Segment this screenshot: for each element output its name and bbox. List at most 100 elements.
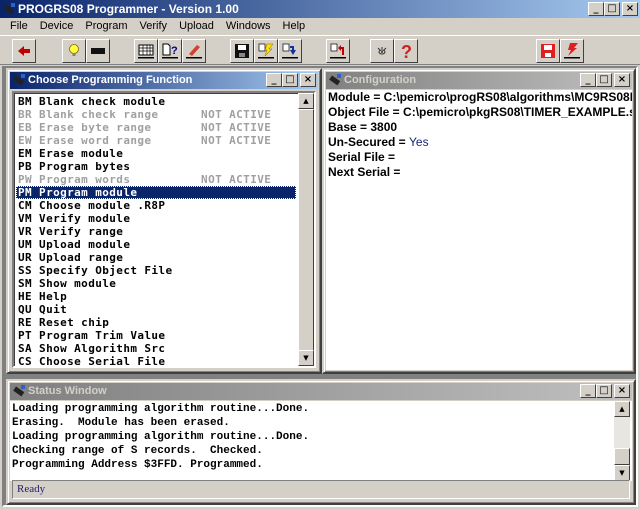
functions-close-button[interactable]: ×	[300, 73, 316, 87]
function-label: Show Algorithm Src	[39, 342, 166, 355]
menu-file[interactable]: File	[4, 18, 34, 35]
upload-button[interactable]	[326, 39, 350, 63]
eraser-icon	[186, 45, 202, 59]
config-maximize-button[interactable]: □	[596, 73, 612, 87]
function-item-cm[interactable]: CM Choose module .R8P	[16, 199, 296, 212]
config-label: Module =	[328, 90, 384, 104]
functions-window-title: Choose Programming Function	[28, 74, 193, 86]
menu-upload[interactable]: Upload	[173, 18, 220, 35]
window-chip-icon	[13, 74, 25, 86]
function-status: NOT ACTIVE	[201, 134, 272, 147]
menu-program[interactable]: Program	[79, 18, 133, 35]
function-item-vm[interactable]: VM Verify module	[16, 212, 296, 225]
close-button[interactable]: ×	[622, 2, 638, 16]
function-item-cs[interactable]: CS Choose Serial File	[16, 355, 296, 368]
functions-maximize-button[interactable]: □	[282, 73, 298, 87]
function-label: Upload range	[39, 251, 124, 264]
status-log-line: Checking range of S records. Checked.	[12, 445, 263, 457]
status-scrollbar[interactable]: ▲ ▼	[614, 401, 630, 481]
function-code: SS	[18, 264, 33, 277]
function-item-pw[interactable]: PW Program words NOT ACTIVE	[16, 173, 296, 186]
eye-button[interactable]	[370, 39, 394, 63]
config-line: Base = 3800	[326, 120, 632, 135]
status-scroll-down-button[interactable]: ▼	[614, 465, 630, 481]
help-icon: ?	[401, 42, 412, 60]
function-item-sm[interactable]: SM Show module	[16, 277, 296, 290]
function-item-qu[interactable]: QU Quit	[16, 303, 296, 316]
app-title-bar[interactable]: PROGRS08 Programmer - Version 1.00 _ □ ×	[0, 0, 640, 18]
function-item-ur[interactable]: UR Upload range	[16, 251, 296, 264]
status-log[interactable]: Loading programming algorithm routine...…	[10, 401, 632, 481]
function-item-pm[interactable]: PM Program module	[16, 186, 296, 199]
function-item-re[interactable]: RE Reset chip	[16, 316, 296, 329]
upload-arrow-icon	[330, 43, 346, 59]
menu-verify[interactable]: Verify	[134, 18, 174, 35]
function-status: NOT ACTIVE	[201, 108, 272, 121]
function-item-eb[interactable]: EB Erase byte range NOT ACTIVE	[16, 121, 296, 134]
lightbulb-icon	[69, 44, 79, 56]
status-maximize-button[interactable]: □	[596, 384, 612, 398]
function-label: Choose Serial File	[39, 355, 166, 368]
function-item-pb[interactable]: PB Program bytes	[16, 160, 296, 173]
function-code: EB	[18, 121, 33, 134]
lightbulb-button[interactable]	[62, 39, 86, 63]
function-code: UM	[18, 238, 33, 251]
status-window: Status Window _ □ × Loading programming …	[6, 379, 636, 505]
function-code: RE	[18, 316, 33, 329]
config-line: Next Serial =	[326, 165, 632, 180]
config-label: Object File =	[328, 105, 404, 119]
chip-button[interactable]	[86, 39, 110, 63]
function-label: Upload module	[39, 238, 131, 251]
status-window-title-bar[interactable]: Status Window _ □ ×	[10, 383, 632, 400]
function-code: SM	[18, 277, 33, 290]
menu-device[interactable]: Device	[34, 18, 80, 35]
functions-scrollbar[interactable]: ▲ ▼	[298, 93, 314, 366]
function-item-ss[interactable]: SS Specify Object File	[16, 264, 296, 277]
function-item-pt[interactable]: PT Program Trim Value	[16, 329, 296, 342]
function-item-br[interactable]: BR Blank check range NOT ACTIVE	[16, 108, 296, 121]
status-close-button[interactable]: ×	[614, 384, 630, 398]
config-close-button[interactable]: ×	[614, 73, 630, 87]
menu-windows[interactable]: Windows	[220, 18, 277, 35]
function-code: QU	[18, 303, 33, 316]
status-minimize-button[interactable]: _	[580, 384, 596, 398]
function-item-ew[interactable]: EW Erase word range NOT ACTIVE	[16, 134, 296, 147]
help-button[interactable]: ?	[394, 39, 418, 63]
status-scroll-thumb[interactable]	[614, 448, 630, 465]
scroll-thumb[interactable]	[298, 109, 314, 359]
config-minimize-button[interactable]: _	[580, 73, 596, 87]
function-code: PB	[18, 160, 33, 173]
red-program-button[interactable]	[560, 39, 584, 63]
function-item-um[interactable]: UM Upload module	[16, 238, 296, 251]
function-label: Choose module .R8P	[39, 199, 166, 212]
functions-minimize-button[interactable]: _	[266, 73, 282, 87]
function-item-vr[interactable]: VR Verify range	[16, 225, 296, 238]
function-item-he[interactable]: HE Help	[16, 290, 296, 303]
function-item-bm[interactable]: BM Blank check module	[16, 95, 296, 108]
config-value: C:\pemicro\pkgRS08\TIMER_EXAMPLE.s	[403, 105, 632, 119]
scroll-down-button[interactable]: ▼	[298, 350, 314, 366]
save-button[interactable]	[230, 39, 254, 63]
functions-window-title-bar[interactable]: Choose Programming Function _ □ ×	[10, 72, 318, 89]
program-button[interactable]	[254, 39, 278, 63]
eraser-button[interactable]	[182, 39, 206, 63]
red-save-button[interactable]	[536, 39, 560, 63]
app-chip-icon	[3, 3, 15, 15]
verify-button[interactable]	[278, 39, 302, 63]
status-scroll-up-button[interactable]: ▲	[614, 401, 630, 417]
configuration-window-title-bar[interactable]: Configuration _ □ ×	[326, 72, 632, 89]
back-button[interactable]	[12, 39, 36, 63]
maximize-button[interactable]: □	[604, 2, 620, 16]
functions-list-box[interactable]: BM Blank check module BR Blank check range N…	[12, 91, 316, 368]
function-code: HE	[18, 290, 33, 303]
function-label: Erase module	[39, 147, 124, 160]
menu-help[interactable]: Help	[277, 18, 312, 35]
table-button[interactable]	[134, 39, 158, 63]
function-item-em[interactable]: EM Erase module	[16, 147, 296, 160]
function-label: Help	[39, 290, 68, 303]
document-help-button[interactable]: ?	[158, 39, 182, 63]
minimize-button[interactable]: _	[588, 2, 604, 16]
function-item-sa[interactable]: SA Show Algorithm Src	[16, 342, 296, 355]
scroll-up-button[interactable]: ▲	[298, 93, 314, 109]
config-line: Module = C:\pemicro\progRS08\algorithms\…	[326, 90, 632, 105]
